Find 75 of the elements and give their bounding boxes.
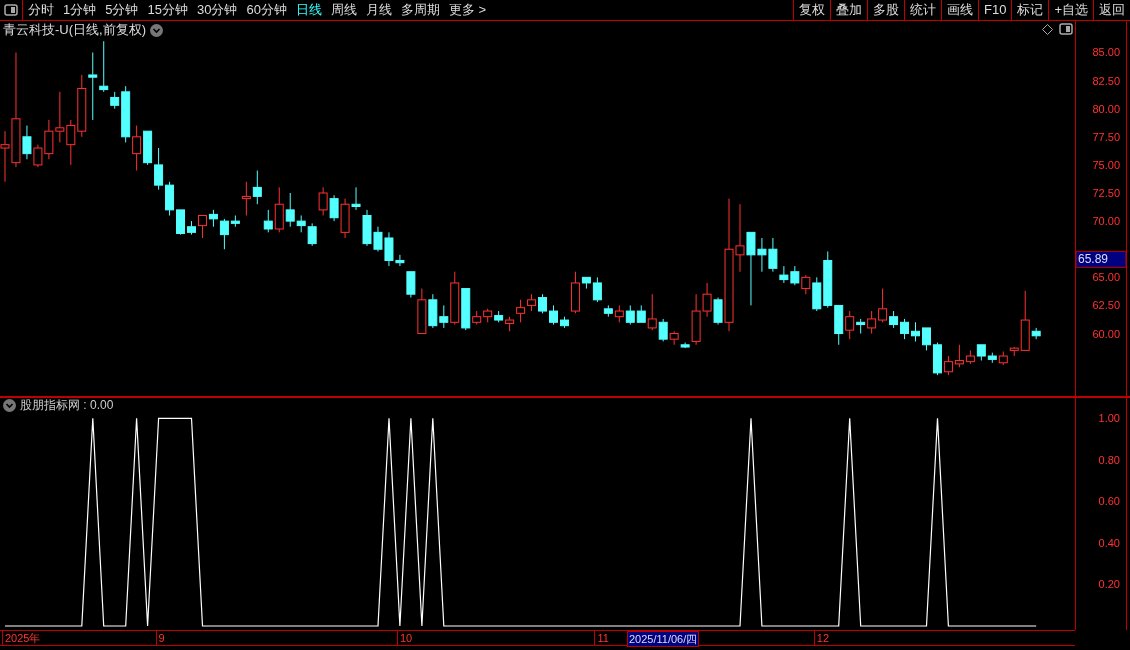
chart-title: 青云科技-U(日线,前复权): [3, 22, 146, 38]
date-label: 2025年: [2, 631, 41, 645]
axis-label: 60.00: [1092, 327, 1120, 340]
candle: [614, 304, 624, 323]
period-tab[interactable]: 月线: [365, 0, 392, 20]
toolbar-button[interactable]: 多股: [867, 0, 904, 20]
period-tab[interactable]: 日线: [295, 0, 322, 20]
candle: [55, 91, 65, 143]
toolbar-button[interactable]: 标记: [1011, 0, 1049, 20]
axis-label: 72.50: [1092, 187, 1120, 199]
crosshair-date-label: 2025/11/06/四: [627, 631, 700, 647]
period-tab[interactable]: 周线: [330, 0, 357, 20]
period-tab[interactable]: 60分钟: [246, 0, 287, 20]
candle: [922, 327, 931, 351]
candle: [483, 308, 493, 323]
candle: [132, 125, 142, 172]
candle: [252, 170, 262, 205]
axis-label: 80.00: [1092, 102, 1120, 115]
candle: [625, 304, 635, 326]
axis-label: 82.50: [1092, 74, 1120, 87]
period-tab[interactable]: 更多 >: [448, 0, 487, 20]
candle: [998, 351, 1008, 366]
toolbar-button[interactable]: 复权: [793, 0, 830, 20]
period-tab[interactable]: 30分钟: [196, 0, 238, 20]
period-tab[interactable]: 多周期: [400, 0, 440, 20]
candle: [900, 318, 910, 340]
candle: [318, 186, 328, 216]
period-tab[interactable]: 15分钟: [147, 0, 188, 20]
candle: [88, 52, 98, 121]
axis-label: 85.00: [1092, 46, 1120, 59]
axis-label: 0.60: [1098, 495, 1120, 508]
date-label: 9: [155, 631, 165, 645]
axis-label: 77.50: [1092, 130, 1120, 143]
candle: [143, 130, 153, 166]
axis-label: 65.00: [1092, 271, 1120, 284]
candle: [976, 344, 986, 361]
toolbar-button[interactable]: F10: [978, 0, 1012, 20]
date-label: 12: [813, 631, 829, 645]
toolbar-button[interactable]: 画线: [941, 0, 978, 20]
candle: [987, 352, 997, 364]
toolbar-button[interactable]: +自选: [1048, 0, 1093, 20]
candle: [834, 304, 844, 346]
candle: [176, 209, 185, 236]
candle: [790, 265, 800, 286]
candle: [165, 181, 175, 216]
chevron-down-icon[interactable]: [150, 23, 163, 37]
candle: [911, 321, 920, 342]
candle: [307, 222, 317, 247]
candle: [154, 147, 164, 191]
period-tab[interactable]: 1分钟: [63, 0, 97, 20]
candle: [538, 293, 548, 314]
axis-label: 0.80: [1098, 453, 1120, 466]
axis-label: 70.00: [1092, 215, 1120, 228]
candle: [527, 293, 537, 312]
axis-label: 0.40: [1098, 536, 1120, 549]
chevron-down-icon[interactable]: [3, 399, 16, 412]
candle: [66, 119, 76, 166]
candle: [494, 310, 504, 323]
date-label: 11: [594, 631, 609, 645]
period-tab[interactable]: 分时: [28, 0, 54, 20]
candle: [77, 74, 87, 138]
price-marker: 65.89: [1075, 250, 1127, 268]
toolbar-button[interactable]: 叠加: [830, 0, 867, 20]
axis-label: 75.00: [1092, 158, 1120, 171]
toolbar-button[interactable]: 返回: [1093, 0, 1130, 20]
period-tab[interactable]: 5分钟: [105, 0, 139, 20]
toolbar-button[interactable]: 统计: [904, 0, 941, 20]
indicator-title: 股朋指标网 : 0.00: [20, 398, 114, 413]
axis-label: 62.50: [1092, 299, 1120, 312]
axis-label: 0.20: [1098, 578, 1120, 591]
axis-label: 1.00: [1098, 412, 1120, 425]
date-label: 10: [396, 631, 413, 645]
diamond-icon[interactable]: [1042, 24, 1053, 35]
panel-toggle-icon: [4, 4, 18, 16]
panel-toggle-icon[interactable]: [1059, 23, 1073, 35]
